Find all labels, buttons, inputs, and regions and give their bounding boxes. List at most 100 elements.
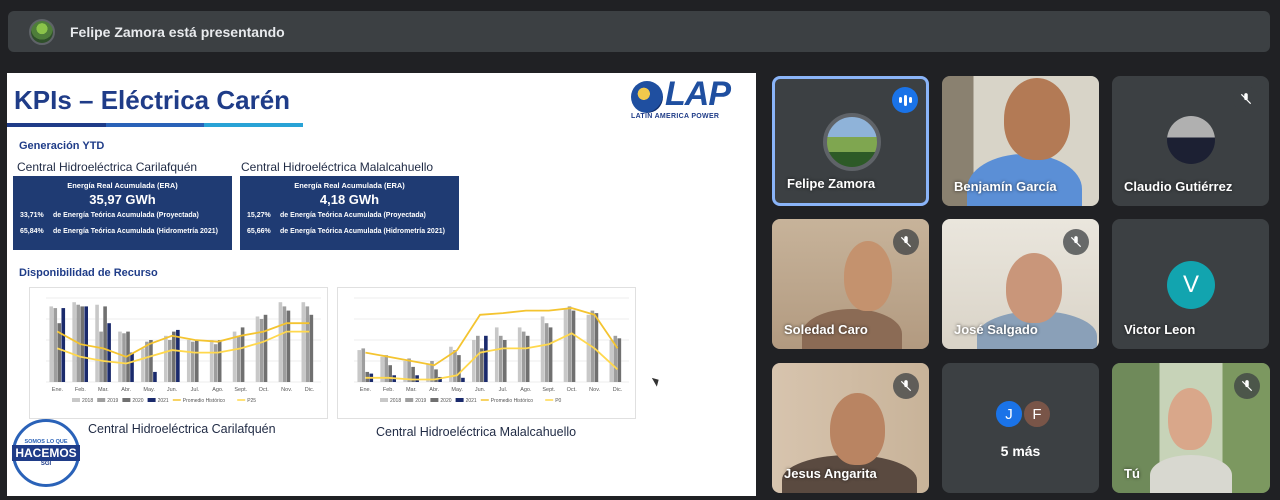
legend-swatch	[122, 398, 131, 402]
mic-off-icon	[1234, 373, 1260, 399]
legend-swatch	[455, 398, 464, 402]
participant-tile-self[interactable]: Tú	[1112, 363, 1270, 493]
chart-bar	[457, 355, 461, 382]
chart-bar	[190, 341, 195, 382]
x-tick-label: Sept.	[234, 387, 247, 393]
chart-bar	[263, 314, 268, 382]
x-tick-label: Ago.	[212, 387, 224, 393]
legend-label: 2019	[107, 398, 118, 404]
chart-bar	[309, 314, 314, 382]
kpi-box-malalcahuello: Energía Real Acumulada (ERA) 4,18 GWh 15…	[240, 176, 459, 250]
chart-malalcahuello: Ene. Feb. Mar. Abr. May. Jun. Jul. Ago. Sept. Oct…	[337, 287, 636, 419]
mic-off-icon	[1063, 229, 1089, 255]
legend-label: Promedio Histórico	[183, 398, 225, 404]
legend-label: 2018	[390, 398, 401, 404]
chart-bar	[484, 335, 488, 382]
chart-bar	[186, 340, 191, 382]
x-tick-label: Feb.	[383, 387, 394, 393]
participant-avatar: J	[994, 399, 1024, 429]
chart-bar	[494, 327, 499, 382]
chart-bar	[259, 319, 264, 382]
generacion-label: Generación YTD	[19, 140, 105, 152]
plant-name-2: Central Hidroeléctrica Malalcahuello	[241, 160, 434, 174]
chart-bar	[236, 335, 241, 382]
chart-bar	[540, 316, 545, 382]
x-tick-label: Nov.	[589, 387, 600, 393]
chart-caption-2: Central Hidroeléctrica Malalcahuello	[376, 425, 577, 439]
chart-bar	[164, 335, 168, 382]
chart-bar	[141, 348, 145, 382]
chart-bar	[232, 331, 237, 382]
chart-bar	[95, 304, 99, 382]
chart-bar	[476, 335, 480, 382]
legend-swatch	[147, 398, 156, 402]
chart-bar	[278, 302, 283, 382]
legend-swatch	[72, 398, 80, 402]
x-tick-label: Dic.	[305, 387, 315, 393]
chart-bar	[525, 335, 530, 382]
chart-bar	[357, 350, 362, 382]
chart-bar	[168, 340, 172, 382]
chart-series-line	[365, 307, 619, 367]
era-value: 35,97 GWh	[89, 192, 156, 207]
chart-bar	[130, 352, 134, 382]
chart-bar	[286, 310, 291, 382]
chart-bar	[282, 306, 287, 382]
chart-bar	[145, 341, 149, 382]
chart-bar	[544, 323, 549, 382]
x-tick-label: Feb.	[75, 387, 86, 393]
chart-bar	[99, 331, 103, 382]
chart-bar	[153, 371, 157, 382]
chart-bar	[586, 314, 591, 382]
presenter-avatar	[29, 18, 55, 45]
more-participants-tile[interactable]: J F 5 más	[942, 363, 1099, 493]
chart-bar	[301, 302, 306, 382]
chart-bar	[521, 331, 526, 382]
x-tick-label: May.	[451, 387, 463, 393]
chart-bar	[571, 310, 576, 382]
presenting-banner: Felipe Zamora está presentando	[8, 11, 1270, 52]
legend-swatch	[430, 398, 439, 402]
slide-title: KPIs – Eléctrica Carén	[14, 85, 291, 115]
chart-bar	[563, 308, 568, 382]
x-tick-label: May.	[143, 387, 155, 393]
mic-off-icon	[1233, 86, 1259, 112]
participant-tile-soledad[interactable]: Soledad Caro	[772, 219, 929, 349]
chart-bar	[609, 340, 614, 382]
chart-bar	[548, 327, 553, 382]
title-underline	[7, 123, 304, 127]
disponibilidad-label: Disponibilidad de Recurso	[19, 267, 158, 279]
x-tick-label: Jun.	[475, 387, 486, 393]
participant-tile-jesus[interactable]: Jesus Angarita	[772, 363, 929, 493]
participant-avatar: V	[1167, 261, 1215, 309]
chart-bar	[453, 350, 457, 382]
chart-bar	[194, 340, 199, 382]
legend-label: 2021	[466, 398, 477, 404]
x-tick-label: Jun.	[167, 387, 178, 393]
chart-bar	[594, 313, 599, 382]
participant-tile-jose[interactable]: José Salgado	[942, 219, 1099, 349]
plant-name-1: Central Hidroeléctrica Carilafquén	[17, 160, 198, 174]
x-tick-label: Jul.	[191, 387, 200, 393]
chart-bar	[361, 348, 366, 382]
chart-bar	[502, 340, 507, 382]
x-tick-label: Jul.	[499, 387, 508, 393]
speaking-indicator-icon	[892, 87, 918, 113]
chart-caption-1: Central Hidroeléctrica Carilafquén	[88, 422, 276, 436]
chart-svg: Ene. Feb. Mar. Abr. May. Jun. Jul. Ago. Sept. Oct…	[46, 297, 321, 404]
legend-label: P0	[555, 398, 561, 404]
chart-bar	[149, 340, 153, 382]
x-tick-label: Ene.	[360, 387, 372, 393]
x-tick-label: Ene.	[52, 387, 64, 393]
participant-tile-claudio[interactable]: Claudio Gutiérrez	[1112, 76, 1269, 206]
chart-bar	[61, 308, 66, 382]
participant-tile-victor[interactable]: V Victor Leon	[1112, 219, 1269, 349]
x-tick-label: Oct.	[259, 387, 270, 393]
chart-bar	[53, 308, 58, 382]
mic-off-icon	[893, 373, 919, 399]
participant-tile-benjamin[interactable]: Benjamín García	[942, 76, 1099, 206]
chart-bar	[107, 323, 111, 382]
legend-swatch	[97, 398, 106, 402]
chart-svg: Ene. Feb. Mar. Abr. May. Jun. Jul. Ago. Sept. Oct…	[354, 297, 629, 404]
participant-tile-felipe[interactable]: Felipe Zamora	[772, 76, 929, 206]
